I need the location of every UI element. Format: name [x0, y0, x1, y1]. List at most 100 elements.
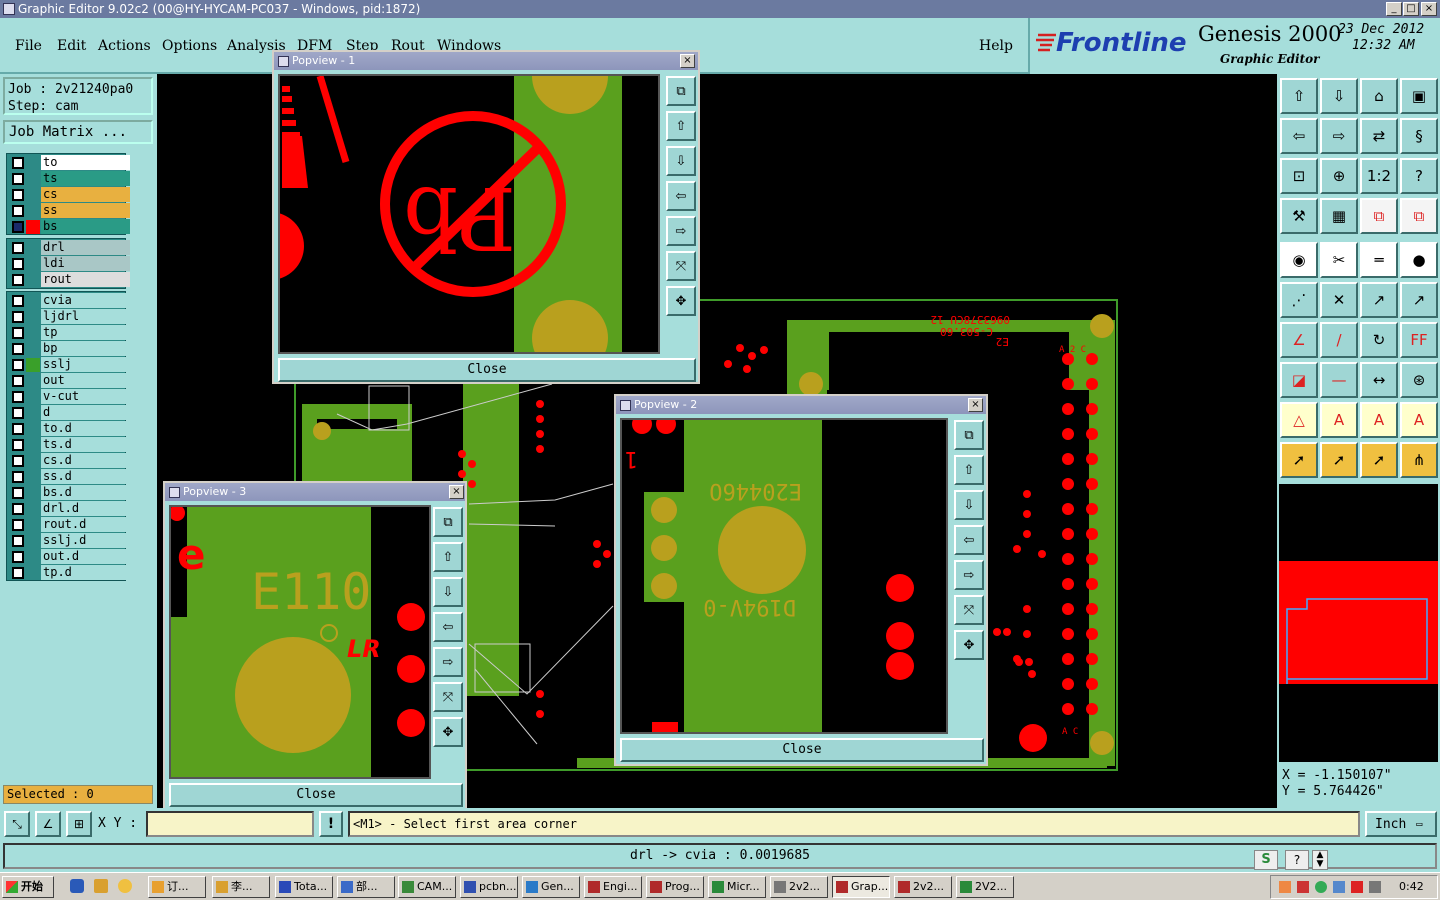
- cluster-icon[interactable]: ⊛: [1400, 362, 1438, 398]
- layer-name[interactable]: v-cut: [41, 389, 130, 404]
- menu-options[interactable]: Options: [162, 38, 217, 54]
- tray-icon[interactable]: [1333, 881, 1345, 893]
- node-graph-icon[interactable]: ⋰: [1280, 282, 1318, 318]
- layer-name[interactable]: bp: [41, 341, 130, 356]
- pointer-select-icon[interactable]: ➚: [1360, 442, 1398, 478]
- ff-icon[interactable]: FF: [1400, 322, 1438, 358]
- layer-checkbox[interactable]: [12, 551, 24, 563]
- popview-close-icon[interactable]: ×: [968, 398, 983, 412]
- layer-checkbox[interactable]: [12, 274, 24, 286]
- units-selector[interactable]: Inch ▭: [1365, 811, 1437, 837]
- menu-actions[interactable]: Actions: [98, 38, 151, 54]
- layer-name[interactable]: ss: [41, 203, 130, 218]
- layer-name[interactable]: tp.d: [41, 565, 130, 580]
- pan-down-icon[interactable]: ⇩: [954, 490, 984, 520]
- connect-red-icon[interactable]: ⧉: [1360, 198, 1398, 234]
- layer-name[interactable]: ldi: [41, 256, 130, 271]
- layer-row[interactable]: cs: [7, 187, 130, 203]
- zoom-window-icon[interactable]: ⧉: [666, 76, 696, 106]
- arc-icon[interactable]: ↻: [1360, 322, 1398, 358]
- layer-checkbox[interactable]: [12, 327, 24, 339]
- layer-name[interactable]: tp: [41, 325, 130, 340]
- layer-name[interactable]: out: [41, 373, 130, 388]
- layer-name[interactable]: to.d: [41, 421, 130, 436]
- menu-help[interactable]: Help: [979, 38, 1013, 54]
- layer-checkbox[interactable]: [12, 503, 24, 515]
- layer-checkbox[interactable]: [12, 407, 24, 419]
- tray-icon[interactable]: [1351, 881, 1363, 893]
- zoom-out-icon[interactable]: ⤧: [954, 595, 984, 625]
- start-button[interactable]: 开始: [2, 876, 54, 898]
- minimize-button[interactable]: _: [1386, 2, 1402, 16]
- layer-up-icon[interactable]: ⇧: [1280, 78, 1318, 114]
- layer-checkbox[interactable]: [12, 439, 24, 451]
- layer-checkbox[interactable]: [12, 535, 24, 547]
- layer-row[interactable]: v-cut: [7, 389, 130, 405]
- taskbar-task[interactable]: CAM...: [398, 876, 456, 898]
- layer-row[interactable]: drl.d: [7, 501, 130, 517]
- delete-icon[interactable]: ✕: [1320, 282, 1358, 318]
- move-left-icon[interactable]: ⇦: [1280, 118, 1318, 154]
- popview-canvas[interactable]: e E110 LR: [169, 505, 431, 779]
- quicklaunch-media-icon[interactable]: [118, 879, 132, 893]
- layer-name[interactable]: cs.d: [41, 453, 130, 468]
- layer-name[interactable]: rout: [41, 272, 130, 287]
- zoom-fit-icon[interactable]: ⊡: [1280, 158, 1318, 194]
- layer-row[interactable]: bs: [7, 219, 130, 235]
- layer-name[interactable]: rout.d: [41, 517, 130, 532]
- layer-name[interactable]: ljdrl: [41, 309, 130, 324]
- taskbar-task[interactable]: Grap...: [832, 876, 890, 898]
- pan-down-icon[interactable]: ⇩: [433, 577, 463, 607]
- window-layout-icon[interactable]: ▣: [1400, 78, 1438, 114]
- help-icon[interactable]: ?: [1285, 850, 1309, 870]
- layer-checkbox[interactable]: [12, 519, 24, 531]
- popview-canvas[interactable]: E20446O D194V-0 1: [620, 418, 948, 734]
- layer-name[interactable]: drl.d: [41, 501, 130, 516]
- taskbar-task[interactable]: 部...: [337, 876, 395, 898]
- popview-close-icon[interactable]: ×: [680, 54, 695, 68]
- layer-checkbox[interactable]: [12, 343, 24, 355]
- layer-name[interactable]: ts.d: [41, 437, 130, 452]
- overview-panel[interactable]: [1279, 484, 1438, 762]
- layer-name[interactable]: bs: [41, 219, 130, 234]
- layer-row[interactable]: tp: [7, 325, 130, 341]
- layer-checkbox[interactable]: [12, 311, 24, 323]
- select-feature-icon[interactable]: ◉: [1280, 242, 1318, 278]
- layer-checkbox[interactable]: [12, 359, 24, 371]
- pan-right-icon[interactable]: ⇨: [666, 216, 696, 246]
- zoom-out-icon[interactable]: ⤧: [433, 682, 463, 712]
- cut-icon[interactable]: ✂: [1320, 242, 1358, 278]
- quicklaunch-desktop-icon[interactable]: [94, 879, 108, 893]
- layer-name[interactable]: cvia: [41, 293, 130, 308]
- layer-row[interactable]: sslj.d: [7, 533, 130, 549]
- triangle-3-icon[interactable]: A: [1360, 402, 1398, 438]
- add-node-icon[interactable]: ↗: [1400, 282, 1438, 318]
- layer-row[interactable]: d: [7, 405, 130, 421]
- popview-close-button[interactable]: Close: [278, 358, 696, 382]
- shape-red-icon[interactable]: ◪: [1280, 362, 1318, 398]
- help-box-icon[interactable]: ?: [1400, 158, 1438, 194]
- zoom-window-icon[interactable]: ⧉: [433, 507, 463, 537]
- layer-checkbox[interactable]: [12, 258, 24, 270]
- layer-row[interactable]: out: [7, 373, 130, 389]
- tray-icon[interactable]: [1315, 881, 1327, 893]
- taskbar-task[interactable]: 订...: [148, 876, 206, 898]
- layer-checkbox[interactable]: [12, 221, 24, 233]
- tray-icon[interactable]: [1297, 881, 1309, 893]
- layer-checkbox[interactable]: [12, 423, 24, 435]
- taskbar-task[interactable]: Tota...: [275, 876, 333, 898]
- xy-input[interactable]: [146, 811, 314, 837]
- taskbar-task[interactable]: Micr...: [708, 876, 766, 898]
- pan-right-icon[interactable]: ⇨: [954, 560, 984, 590]
- layer-row[interactable]: tp.d: [7, 565, 130, 581]
- alert-button[interactable]: !: [319, 811, 343, 837]
- tray-icon[interactable]: [1369, 881, 1381, 893]
- ruler-icon[interactable]: ═: [1360, 242, 1398, 278]
- measure-icon[interactable]: ∠: [35, 811, 61, 837]
- layer-name[interactable]: cs: [41, 187, 130, 202]
- layer-name[interactable]: ts: [41, 171, 130, 186]
- layer-row[interactable]: out.d: [7, 549, 130, 565]
- layer-row[interactable]: cvia: [7, 293, 130, 309]
- dot-icon[interactable]: ●: [1400, 242, 1438, 278]
- layer-checkbox[interactable]: [12, 157, 24, 169]
